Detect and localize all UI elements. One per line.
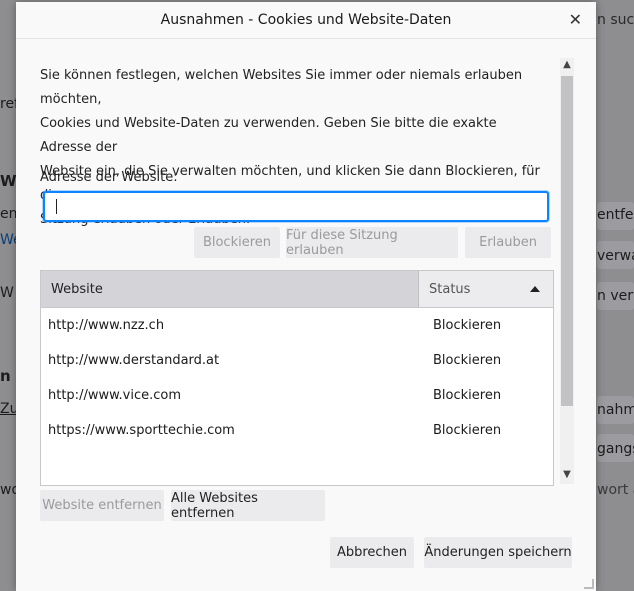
bg-search-fragment: n suc	[597, 12, 634, 28]
dialog-title: Ausnahmen - Cookies und Website-Daten	[160, 12, 452, 28]
sites-table: Website Status http://www.nzz.ch Blockie…	[40, 270, 554, 486]
bg-text-fragment: entfe	[597, 207, 634, 223]
scroll-down-icon[interactable]: ▼	[560, 468, 574, 482]
row-website: http://www.vice.com	[48, 388, 182, 403]
table-row[interactable]: http://www.vice.com Blockieren	[41, 378, 553, 413]
row-website: https://www.sporttechie.com	[48, 423, 235, 438]
scroll-up-icon[interactable]: ▲	[560, 58, 574, 72]
row-status: Blockieren	[433, 353, 502, 368]
bg-text-fragment: W	[0, 285, 14, 301]
table-row[interactable]: https://www.sporttechie.com Blockieren	[41, 413, 553, 448]
scrollbar-thumb[interactable]	[561, 76, 573, 406]
close-icon[interactable]: ✕	[569, 10, 582, 29]
bg-text-fragment: wort ä	[597, 482, 634, 498]
table-row[interactable]: http://www.derstandard.at Blockieren	[41, 343, 553, 378]
bg-text-fragment: verwa	[597, 248, 634, 264]
table-header: Website Status	[41, 271, 553, 308]
save-changes-button[interactable]: Änderungen speichern	[424, 537, 572, 568]
table-row[interactable]: http://www.nzz.ch Blockieren	[41, 308, 553, 343]
column-header-status[interactable]: Status	[429, 282, 470, 297]
row-status: Blockieren	[433, 388, 502, 403]
address-label: Adresse der Website:	[40, 170, 178, 185]
bg-text-fragment: nahme	[597, 402, 634, 418]
row-status: Blockieren	[433, 423, 502, 438]
allow-button[interactable]: Erlauben	[465, 227, 551, 258]
cancel-button[interactable]: Abbrechen	[330, 537, 414, 568]
sort-ascending-icon	[530, 286, 540, 292]
resize-grip-icon[interactable]	[584, 579, 594, 589]
exceptions-dialog: Ausnahmen - Cookies und Website-Daten ✕ …	[16, 2, 596, 591]
bg-text-fragment: n verw	[597, 288, 634, 304]
row-website: http://www.nzz.ch	[48, 318, 165, 333]
address-input[interactable]	[43, 191, 549, 222]
row-status: Blockieren	[433, 318, 502, 333]
block-button[interactable]: Blockieren	[194, 227, 280, 258]
remove-website-button[interactable]: Website entfernen	[40, 490, 164, 521]
bg-text-fragment: gangsd	[597, 441, 634, 457]
column-header-website[interactable]: Website	[41, 271, 419, 307]
description-line: Sie können festlegen, welchen Websites S…	[40, 68, 523, 107]
row-website: http://www.derstandard.at	[48, 353, 220, 368]
text-caret	[56, 199, 57, 214]
dialog-titlebar: Ausnahmen - Cookies und Website-Daten ✕	[16, 2, 596, 39]
allow-session-button[interactable]: Für diese Sitzung erlauben	[286, 227, 458, 258]
remove-all-websites-button[interactable]: Alle Websites entfernen	[171, 490, 325, 521]
description-line: Cookies und Website-Daten zu verwenden. …	[40, 116, 497, 155]
